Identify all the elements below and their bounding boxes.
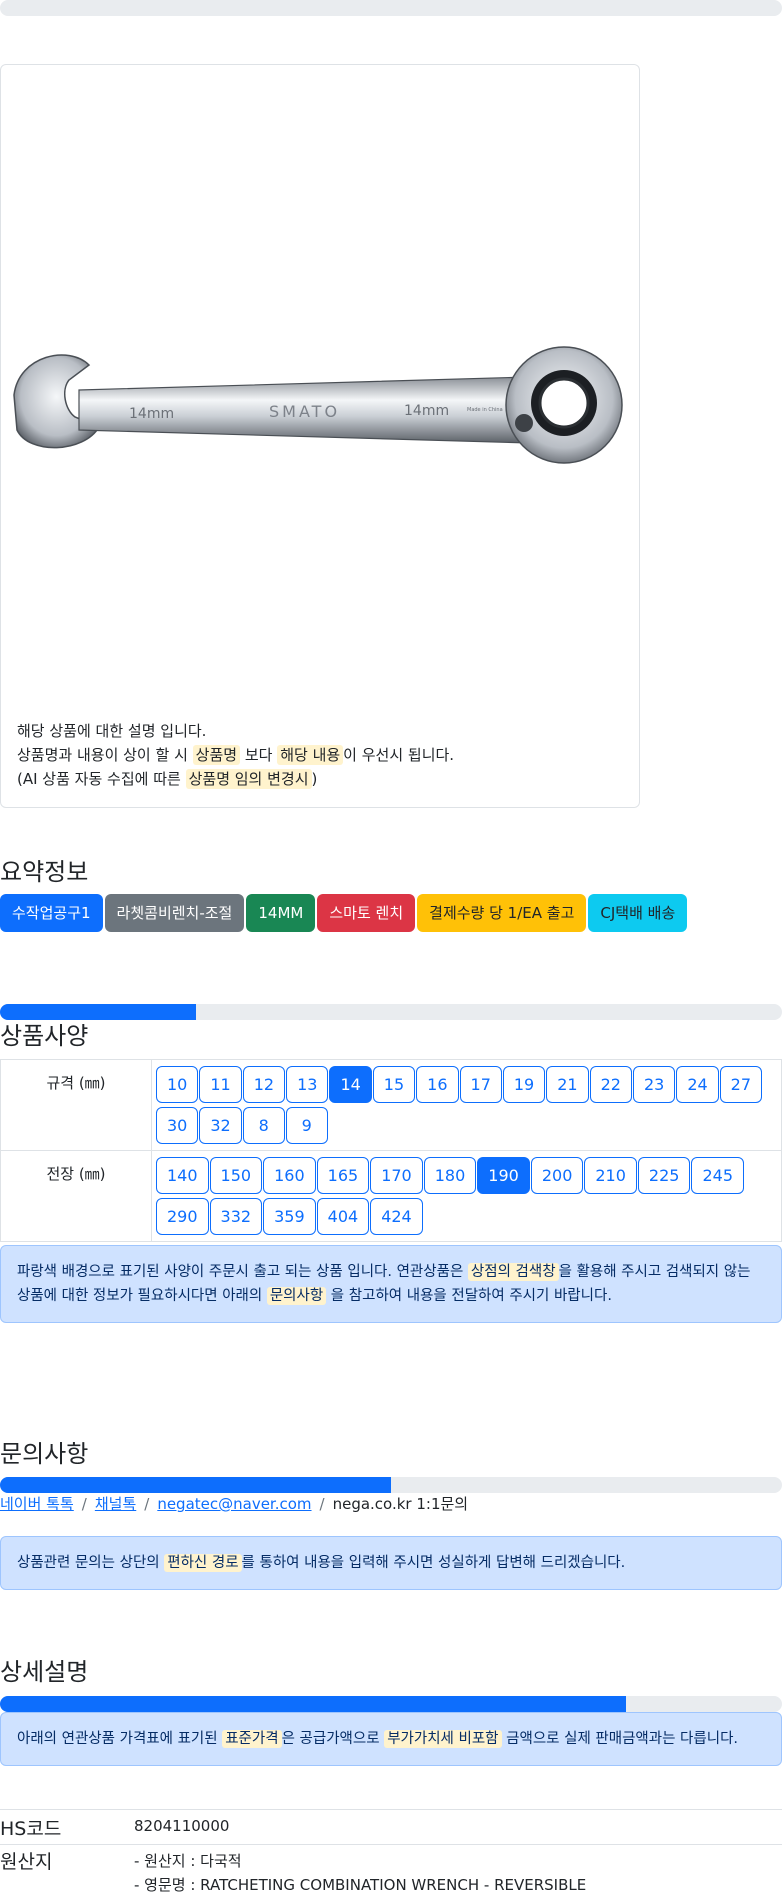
product-page: 14mm SMATO 14mm Made in China 해당 상품에 대한 … <box>0 0 782 1892</box>
spec-options-length: 140 150 160 165 170 180 190 200 210 225 245 290 332 3… <box>151 1150 782 1242</box>
desc-line-3: (AI 상품 자동 수집에 따른 상품명 임의 변경시) <box>17 769 318 789</box>
size-mark-left: 14mm <box>129 406 174 422</box>
origin-label: 원산지 <box>0 1851 53 1873</box>
inquiry-links: 네이버 톡톡 / 채널톡 / negatec@naver.com / nega.co.kr … <box>0 1495 469 1513</box>
inquiry-notice: 상품관련 문의는 상단의 편하신 경로 를 통하여 내용을 입력해 주시면 성실하… <box>0 1536 782 1590</box>
spec-option-button[interactable]: 424 <box>370 1198 423 1235</box>
spec-option-button[interactable]: 15 <box>372 1066 416 1103</box>
spec-option-button[interactable]: 21 <box>546 1066 589 1103</box>
spec-option-button[interactable]: 13 <box>286 1066 329 1103</box>
spec-option-button[interactable]: 17 <box>459 1066 502 1103</box>
spec-progress-bar <box>0 1004 782 1020</box>
spec-options-size: 10 11 12 13 14 15 16 17 19 21 22 23 24 27 30 32 8 9 <box>151 1059 782 1151</box>
spec-title: 상품사양 <box>0 1022 89 1050</box>
brand-mark: SMATO <box>269 402 340 421</box>
spec-row-size: 규격 (㎜) 10 11 12 13 14 15 16 17 19 21 22 23 24 27 30 32 8… <box>0 1059 782 1151</box>
spec-option-button[interactable]: 165 <box>316 1157 370 1194</box>
origin-country: - 원산지 : 다국적 <box>134 1852 242 1870</box>
spec-table: 규격 (㎜) 10 11 12 13 14 15 16 17 19 21 22 23 24 27 30 32 8… <box>0 1059 782 1242</box>
product-image: 14mm SMATO 14mm Made in China <box>13 346 623 464</box>
spec-option-button[interactable]: 200 <box>530 1157 584 1194</box>
naver-talk-link[interactable]: 네이버 톡톡 <box>0 1495 74 1513</box>
spec-option-button[interactable]: 16 <box>416 1066 459 1103</box>
progress-fill <box>0 1696 626 1712</box>
highlight-product-name: 상품명 <box>192 745 241 765</box>
spec-option-button[interactable]: 8 <box>242 1107 285 1144</box>
highlight-vat: 부가가치세 비포함 <box>384 1730 502 1748</box>
origin-english-name: - 영문명 : RATCHETING COMBINATION WRENCH - … <box>134 1876 587 1892</box>
summary-title: 요약정보 <box>0 858 89 886</box>
size-mark-right: 14mm <box>404 403 449 419</box>
inquiry-title: 문의사항 <box>0 1440 89 1468</box>
badge-brand: 스마토 렌치 <box>317 894 416 932</box>
spec-option-button[interactable]: 245 <box>691 1157 745 1194</box>
badge-category: 수작업공구1 <box>0 894 103 932</box>
hs-code-row: HS코드 8204110000 <box>0 1809 782 1844</box>
spec-option-button[interactable]: 11 <box>199 1066 242 1103</box>
highlight-name-change: 상품명 임의 변경시 <box>185 769 312 789</box>
highlight-inquiry: 문의사항 <box>266 1287 327 1305</box>
spec-option-button[interactable]: 14 <box>329 1066 372 1103</box>
spec-notice: 파랑색 배경으로 표기된 사양이 주문시 출고 되는 상품 입니다. 연관상품은… <box>0 1245 782 1323</box>
product-image-card: 14mm SMATO 14mm Made in China 해당 상품에 대한 … <box>0 64 640 808</box>
spec-label-length: 전장 (㎜) <box>0 1150 152 1242</box>
hs-code-label: HS코드 <box>0 1818 62 1840</box>
summary-badges: 수작업공구1 라쳇콤비렌치-조절 14MM 스마토 렌치 결제수량 당 1/EA… <box>0 894 689 932</box>
hs-code-value: 8204110000 <box>134 1817 230 1835</box>
origin-mark: Made in China <box>467 407 503 413</box>
spec-option-button[interactable]: 32 <box>199 1107 242 1144</box>
spec-option-button[interactable]: 210 <box>584 1157 637 1194</box>
badge-size: 14MM <box>246 894 316 932</box>
email-link[interactable]: negatec@naver.com <box>157 1495 311 1513</box>
top-progress-bar <box>0 0 782 16</box>
spec-option-button[interactable]: 170 <box>370 1157 423 1194</box>
highlight-standard-price: 표준가격 <box>222 1730 282 1748</box>
spec-option-button[interactable]: 27 <box>719 1066 763 1103</box>
badge-shipping: CJ택배 배송 <box>588 894 688 932</box>
spec-option-button[interactable]: 19 <box>502 1066 546 1103</box>
spec-option-button[interactable]: 12 <box>242 1066 286 1103</box>
spec-option-button[interactable]: 404 <box>316 1198 370 1235</box>
spec-row-length: 전장 (㎜) 140 150 160 165 170 180 190 200 210 225 245… <box>0 1150 782 1242</box>
detail-progress-bar <box>0 1696 782 1712</box>
spec-option-button[interactable]: 9 <box>285 1107 328 1144</box>
badge-product-type: 라쳇콤비렌치-조절 <box>104 894 245 932</box>
highlight-route: 편하신 경로 <box>164 1554 242 1572</box>
spec-option-button[interactable]: 30 <box>156 1107 199 1144</box>
spec-option-button[interactable]: 22 <box>589 1066 632 1103</box>
spec-option-button[interactable]: 359 <box>263 1198 316 1235</box>
inquiry-progress-bar <box>0 1477 782 1493</box>
highlight-search: 상점의 검색창 <box>467 1263 559 1281</box>
spec-option-button[interactable]: 290 <box>156 1198 209 1235</box>
spec-option-button[interactable]: 180 <box>423 1157 477 1194</box>
spec-option-button[interactable]: 24 <box>676 1066 719 1103</box>
desc-line-1: 해당 상품에 대한 설명 입니다. <box>17 722 207 740</box>
spec-label-size: 규격 (㎜) <box>0 1059 152 1151</box>
spec-option-button[interactable]: 190 <box>477 1157 530 1194</box>
detail-title: 상세설명 <box>0 1658 89 1686</box>
site-inquiry-text: nega.co.kr 1:1문의 <box>332 1495 469 1513</box>
spec-option-button[interactable]: 10 <box>156 1066 199 1103</box>
spec-option-button[interactable]: 332 <box>209 1198 263 1235</box>
highlight-content: 해당 내용 <box>277 745 344 765</box>
origin-row: 원산지 - 원산지 : 다국적 - 영문명 : RATCHETING COMBI… <box>0 1844 782 1892</box>
product-description: 해당 상품에 대한 설명 입니다. 상품명과 내용이 상이 할 시 상품명 보다… <box>17 719 454 791</box>
spec-option-button[interactable]: 150 <box>209 1157 263 1194</box>
channel-talk-link[interactable]: 채널톡 <box>95 1495 136 1513</box>
desc-line-2: 상품명과 내용이 상이 할 시 상품명 보다 해당 내용 이 우선시 됩니다. <box>17 745 455 765</box>
origin-values: - 원산지 : 다국적 - 영문명 : RATCHETING COMBINATI… <box>134 1849 586 1892</box>
spec-option-button[interactable]: 160 <box>263 1157 316 1194</box>
badge-quantity: 결제수량 당 1/EA 출고 <box>417 894 587 932</box>
spec-option-button[interactable]: 225 <box>637 1157 691 1194</box>
spec-option-button[interactable]: 23 <box>632 1066 676 1103</box>
spec-option-button[interactable]: 140 <box>156 1157 209 1194</box>
progress-fill <box>0 1477 391 1493</box>
detail-notice: 아래의 연관상품 가격표에 표기된 표준가격 은 공급가액으로 부가가치세 비포함… <box>0 1712 782 1766</box>
